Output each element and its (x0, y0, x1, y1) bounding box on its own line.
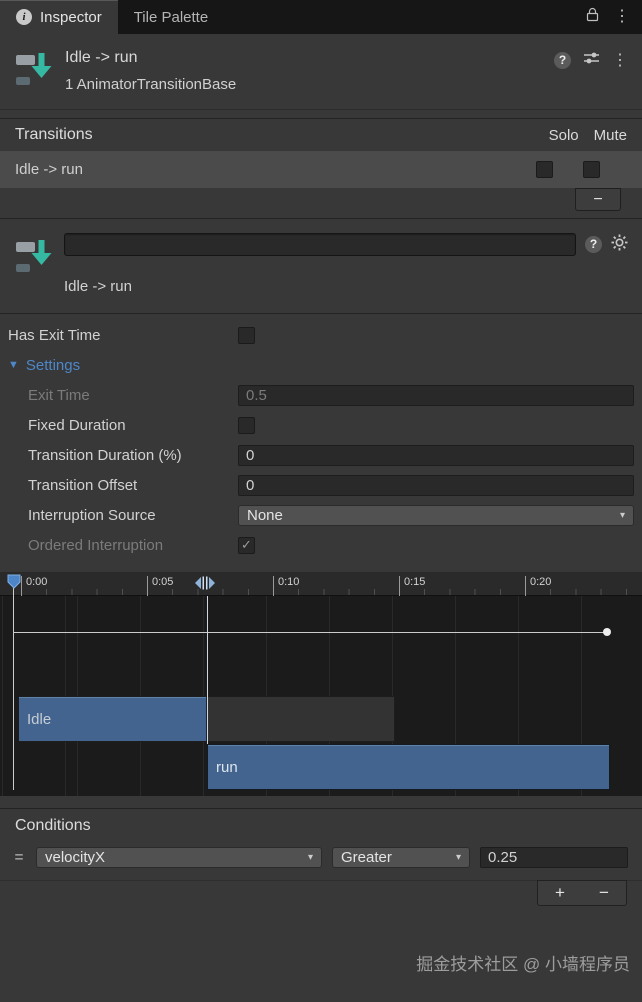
ruler-tick-label: 0:00 (21, 576, 47, 596)
transition-name-field[interactable] (64, 233, 576, 256)
kebab-menu-icon[interactable]: ⋮ (612, 52, 628, 69)
header-subtitle: 1 AnimatorTransitionBase (65, 76, 237, 93)
tab-bar: i Inspector Tile Palette ⋮ (0, 0, 642, 34)
transitions-list-footer: − (0, 188, 642, 218)
header-actions: ? ⋮ (554, 51, 628, 70)
fixed-duration-row: Fixed Duration (0, 410, 642, 440)
has-exit-time-row: Has Exit Time (0, 320, 642, 350)
transitions-section: Transitions Solo Mute Idle -> run − (0, 118, 642, 218)
has-exit-time-label: Has Exit Time (8, 326, 101, 344)
settings-foldout[interactable]: ▼ Settings (0, 350, 642, 380)
transitions-section-header: Transitions Solo Mute (0, 119, 642, 151)
foldout-arrow-icon: ▼ (8, 359, 19, 371)
transition-duration-row: Transition Duration (%) 0 (0, 440, 642, 470)
kebab-menu-icon[interactable]: ⋮ (614, 9, 630, 25)
header-text: Idle -> run 1 AnimatorTransitionBase (65, 48, 554, 93)
conditions-section: Conditions = velocityX ▾ Greater ▾ 0.25 … (0, 808, 642, 926)
transition-detail-header: ? Idle -> run (0, 218, 642, 313)
timeline-clip-run[interactable]: run (207, 744, 610, 790)
animator-transition-icon (14, 50, 52, 88)
ordered-interruption-checkbox (238, 536, 255, 554)
reorder-handle-icon[interactable]: = (12, 849, 26, 866)
ruler-tick-label: 0:15 (399, 576, 425, 596)
ruler-tick-label: 0:05 (147, 576, 173, 596)
settings-foldout-label: Settings (25, 356, 81, 374)
condition-parameter-dropdown[interactable]: velocityX ▾ (36, 846, 322, 868)
transitions-title: Transitions (15, 126, 93, 143)
transition-offset-field[interactable]: 0 (238, 474, 634, 496)
mute-checkbox[interactable] (583, 161, 600, 178)
transition-range-markers-icon[interactable] (192, 575, 218, 596)
help-icon[interactable]: ? (554, 52, 571, 69)
clip-label: run (216, 758, 238, 776)
transition-header: Idle -> run 1 AnimatorTransitionBase ? ⋮ (0, 34, 642, 110)
transition-list-item[interactable]: Idle -> run (0, 151, 642, 188)
transition-duration-field[interactable]: 0 (238, 444, 634, 466)
detail-name-row: ? (64, 233, 628, 256)
ordered-interruption-label: Ordered Interruption (28, 536, 164, 554)
blend-weight-handle[interactable] (603, 628, 611, 636)
info-icon: i (16, 9, 32, 25)
interruption-source-dropdown[interactable]: None ▾ (238, 504, 634, 526)
transition-time-line (207, 596, 208, 744)
condition-parameter-value: velocityX (45, 848, 106, 866)
tab-inspector[interactable]: i Inspector (0, 0, 118, 34)
tab-bar-actions: ⋮ (586, 0, 642, 34)
help-icon[interactable]: ? (585, 236, 602, 253)
gear-icon[interactable] (611, 234, 628, 256)
transition-offset-row: Transition Offset 0 (0, 470, 642, 500)
conditions-list-footer: + − (0, 880, 642, 926)
inspector-panel: i Inspector Tile Palette ⋮ Idle -> run 1… (0, 0, 642, 1002)
fixed-duration-checkbox[interactable] (238, 416, 255, 434)
blend-weight-line (14, 632, 610, 633)
condition-operator-value: Greater (341, 848, 392, 866)
fixed-duration-label: Fixed Duration (28, 416, 126, 434)
transition-timeline: 0:00 0:05 0:10 0:15 0:20 Idle run (0, 572, 642, 796)
timeline-ruler[interactable]: 0:00 0:05 0:10 0:15 0:20 (0, 572, 642, 596)
interruption-source-value: None (247, 506, 283, 524)
conditions-section-header: Conditions (0, 809, 642, 843)
interruption-source-label: Interruption Source (28, 506, 156, 524)
tab-inspector-label: Inspector (40, 8, 102, 26)
remove-condition-button[interactable]: − (582, 881, 626, 905)
chevron-down-icon: ▾ (455, 851, 461, 863)
conditions-add-remove-box: + − (537, 880, 627, 906)
playhead-line (13, 588, 14, 790)
chevron-down-icon: ▾ (619, 509, 625, 521)
ruler-tick-label: 0:20 (525, 576, 551, 596)
mute-column-header: Mute (593, 126, 627, 144)
transition-list-item-label: Idle -> run (15, 161, 83, 178)
add-condition-button[interactable]: + (538, 881, 582, 905)
chevron-down-icon: ▾ (307, 851, 313, 863)
clip-label: Idle (27, 710, 52, 728)
condition-operator-dropdown[interactable]: Greater ▾ (332, 846, 470, 868)
lock-icon[interactable] (586, 7, 599, 27)
ruler-tick-label: 0:10 (273, 576, 299, 596)
ordered-interruption-row: Ordered Interruption (0, 530, 642, 560)
playhead-icon[interactable] (7, 574, 21, 594)
condition-value-field[interactable]: 0.25 (480, 846, 628, 868)
remove-transition-button[interactable]: − (575, 188, 621, 211)
conditions-title: Conditions (15, 817, 91, 834)
preset-icon[interactable] (583, 51, 600, 70)
page-title: Idle -> run (65, 49, 138, 66)
detail-right: ? Idle -> run (64, 233, 628, 295)
has-exit-time-checkbox[interactable] (238, 326, 255, 344)
condition-row: = velocityX ▾ Greater ▾ 0.25 (0, 843, 642, 871)
solo-column-header: Solo (548, 126, 579, 144)
exit-time-field: 0.5 (238, 384, 634, 406)
exit-time-row: Exit Time 0.5 (0, 380, 642, 410)
transition-detail-label: Idle -> run (64, 278, 132, 295)
transition-duration-label: Transition Duration (%) (28, 446, 182, 464)
solo-checkbox[interactable] (536, 161, 553, 178)
transition-offset-label: Transition Offset (28, 476, 138, 494)
exit-time-label: Exit Time (28, 386, 90, 404)
tab-tile-palette-label: Tile Palette (133, 8, 209, 26)
animator-transition-icon (14, 237, 52, 275)
interruption-source-row: Interruption Source None ▾ (0, 500, 642, 530)
tab-tile-palette[interactable]: Tile Palette (118, 0, 224, 34)
watermark-text: 掘金技术社区 @ 小墙程序员 (416, 955, 630, 974)
transition-properties: Has Exit Time ▼ Settings Exit Time 0.5 F… (0, 313, 642, 566)
